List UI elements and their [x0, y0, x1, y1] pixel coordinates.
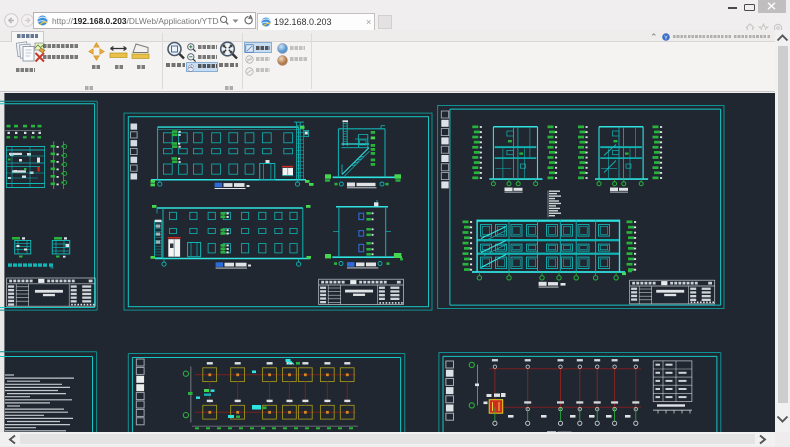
svg-text:Y: Y	[664, 35, 668, 41]
